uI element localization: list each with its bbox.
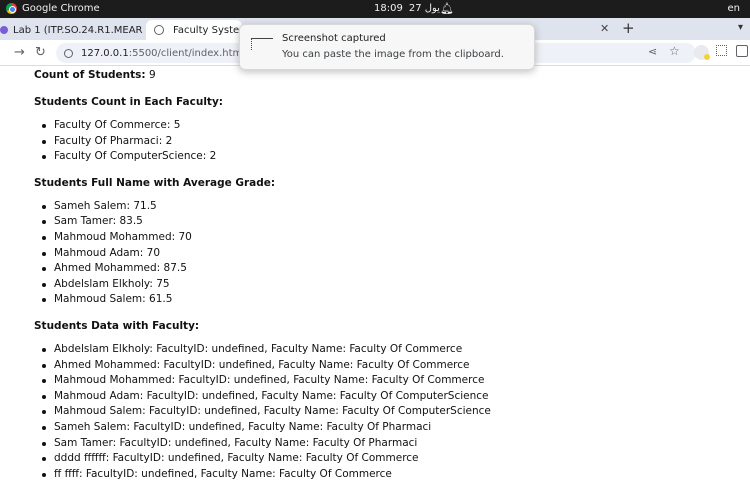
faculty-count-list: Faculty Of Commerce: 5 Faculty Of Pharma… [34, 118, 734, 165]
list-item: Mahmoud Mohammed: 70 [34, 230, 734, 246]
screenshot-notification[interactable]: Screenshot captured You can paste the im… [239, 24, 535, 70]
list-item: Sam Tamer: FacultyID: undefined, Faculty… [34, 436, 734, 452]
list-item: Sameh Salem: FacultyID: undefined, Facul… [34, 420, 734, 436]
tab-label: Lab 1 (ITP.SO.24.R1.MEAR [13, 24, 143, 36]
list-item: dddd ffffff: FacultyID: undefined, Facul… [34, 451, 734, 467]
system-clock[interactable]: 18:09 27 يول [374, 3, 440, 14]
screenshot-icon [251, 38, 273, 50]
page-content: Count of Students: 9 Students Count in E… [34, 66, 734, 482]
list-item: Ahmed Mohammed: 87.5 [34, 261, 734, 277]
forward-arrow-icon[interactable]: → [14, 45, 25, 60]
tab-faculty-system[interactable]: Faculty System V [146, 20, 242, 40]
notification-body: You can paste the image from the clipboa… [282, 49, 504, 60]
list-item: Sam Tamer: 83.5 [34, 214, 734, 230]
os-top-bar: Google Chrome 18:09 27 يول 🔔︎ en [0, 0, 750, 18]
share-icon[interactable]: ⋖ [648, 45, 657, 58]
globe-icon [154, 25, 164, 35]
list-item: Mahmoud Salem: FacultyID: undefined, Fac… [34, 404, 734, 420]
clock-time: 18:09 [374, 3, 403, 14]
notification-bell-icon[interactable]: 🔔︎ [440, 2, 454, 15]
average-grade-list: Sameh Salem: 71.5 Sam Tamer: 83.5 Mahmou… [34, 199, 734, 308]
list-item: Sameh Salem: 71.5 [34, 199, 734, 215]
reload-icon[interactable]: ↻ [35, 45, 46, 60]
faculty-count-heading: Students Count in Each Faculty: [34, 96, 223, 108]
chrome-icon [6, 3, 17, 14]
list-item: Mahmoud Salem: 61.5 [34, 292, 734, 308]
active-app-indicator[interactable]: Google Chrome [6, 3, 100, 14]
students-data-heading: Students Data with Faculty: [34, 319, 200, 332]
address-url: 127.0.0.1:5500/client/index.html [81, 48, 245, 59]
url-path: :5500/client/index.html [128, 47, 246, 59]
side-panel-icon[interactable] [736, 45, 748, 57]
keyboard-language[interactable]: en [728, 3, 741, 14]
site-info-icon[interactable] [64, 48, 73, 58]
clock-date: 27 يول [408, 3, 440, 14]
url-host: 127.0.0.1 [81, 47, 129, 59]
new-tab-plus-icon[interactable]: + [622, 19, 635, 37]
average-grade-heading: Students Full Name with Average Grade: [34, 176, 276, 189]
list-item: Faculty Of Pharmaci: 2 [34, 134, 734, 150]
tab-search-chevron-down-icon[interactable]: ▾ [738, 22, 743, 33]
extension-avatar-icon[interactable] [694, 45, 710, 60]
list-item: Abdelslam Elkholy: FacultyID: undefined,… [34, 342, 734, 358]
list-item: Abdelslam Elkholy: 75 [34, 277, 734, 293]
close-tab-icon[interactable]: ✕ [600, 22, 609, 35]
list-item: Mahmoud Adam: 70 [34, 246, 734, 262]
list-item: Mahmoud Adam: FacultyID: undefined, Facu… [34, 389, 734, 405]
bookmark-star-icon[interactable]: ☆ [669, 44, 680, 58]
site-favicon-icon [0, 26, 8, 34]
active-app-name: Google Chrome [22, 3, 100, 14]
tab-label: Faculty System V [173, 24, 242, 36]
students-data-list: Abdelslam Elkholy: FacultyID: undefined,… [34, 342, 734, 482]
list-item: Faculty Of ComputerScience: 2 [34, 149, 734, 165]
list-item: ff ffff: FacultyID: undefined, Faculty N… [34, 467, 734, 483]
student-count-value: 9 [148, 69, 156, 81]
tab-lab-1[interactable]: Lab 1 (ITP.SO.24.R1.MEAR [0, 20, 144, 40]
extensions-puzzle-icon[interactable] [716, 45, 727, 56]
list-item: Ahmed Mohammed: FacultyID: undefined, Fa… [34, 358, 734, 374]
list-item: Mahmoud Mohammed: FacultyID: undefined, … [34, 373, 734, 389]
student-count-label: Count of Students: [34, 69, 146, 81]
list-item: Faculty Of Commerce: 5 [34, 118, 734, 134]
notification-title: Screenshot captured [282, 33, 386, 44]
